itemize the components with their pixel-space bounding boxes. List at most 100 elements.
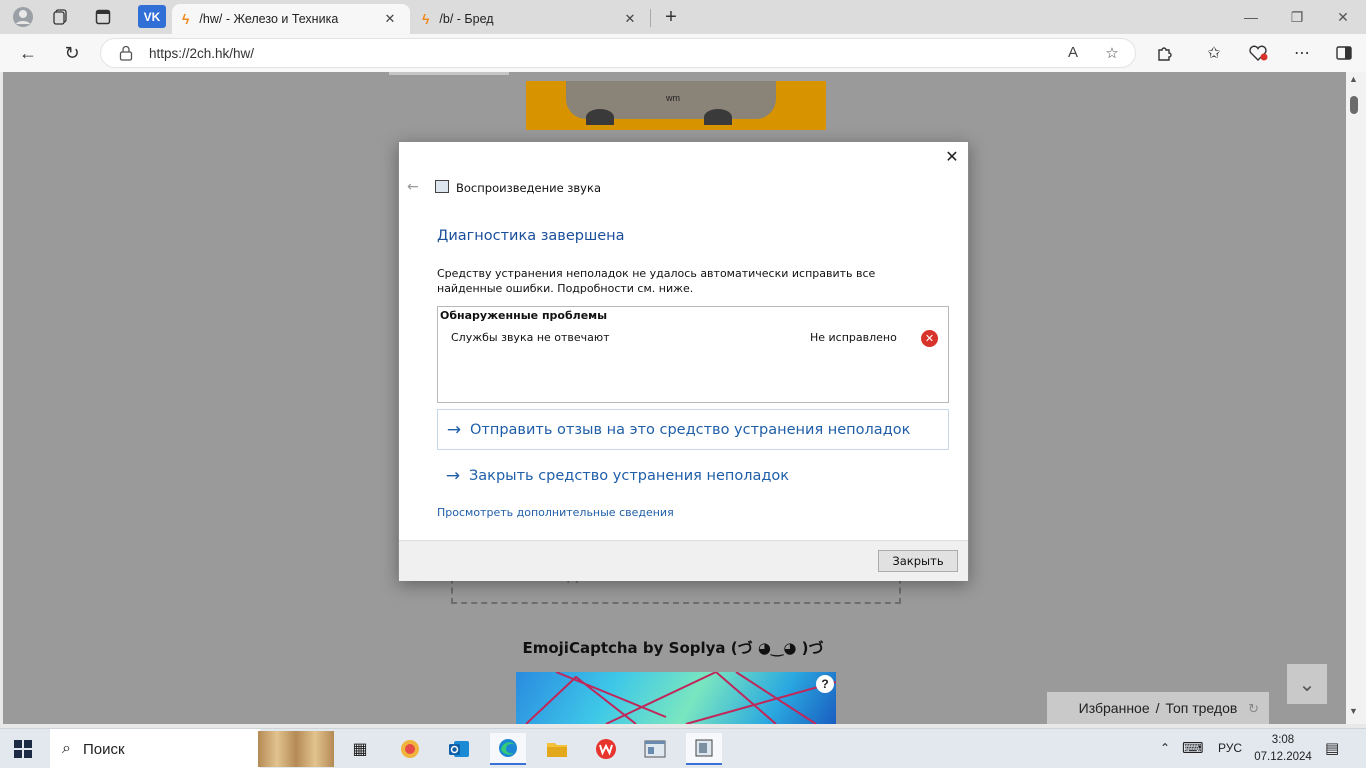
favorites-link[interactable]: Избранное bbox=[1079, 700, 1150, 716]
media-player-app[interactable] bbox=[392, 733, 428, 765]
windows-logo-icon bbox=[14, 750, 22, 758]
new-tab-button[interactable]: + bbox=[656, 4, 686, 30]
tab-actions-button[interactable] bbox=[88, 4, 118, 30]
windows-taskbar: ⌕ Поиск ▦ ⌃ ⌨ РУС 3:08 07.12.2024 ▤ bbox=[0, 728, 1366, 768]
dialog-back-button[interactable]: ← bbox=[407, 179, 419, 195]
edge-icon bbox=[499, 739, 517, 757]
vk-pinned-tab[interactable]: VK bbox=[138, 5, 166, 28]
captcha-pattern bbox=[525, 672, 836, 724]
banner-wheel bbox=[704, 109, 732, 125]
lock-icon bbox=[119, 45, 133, 61]
captcha-title: EmojiCaptcha by Soplya (づ ◕‿◕ )づ bbox=[522, 639, 824, 657]
search-highlight-image[interactable] bbox=[258, 731, 334, 767]
minimize-button[interactable]: — bbox=[1228, 0, 1274, 34]
browser-tab-bar: VK ϟ /hw/ - Железо и Техника ✕ ϟ /b/ - Б… bbox=[0, 0, 1366, 34]
tab-title: /hw/ - Железо и Техника bbox=[199, 12, 339, 26]
keyboard-icon[interactable]: ⌨ bbox=[1182, 739, 1204, 757]
notifications-icon[interactable]: ▤ bbox=[1325, 739, 1339, 757]
profile-avatar[interactable] bbox=[8, 4, 38, 30]
dialog-close-button[interactable]: ✕ bbox=[940, 146, 964, 168]
separator: / bbox=[1155, 700, 1160, 716]
wps-icon bbox=[596, 739, 616, 759]
window-close-button[interactable]: ✕ bbox=[1320, 0, 1366, 34]
chevron-down-icon: ⌄ bbox=[1298, 673, 1316, 696]
bolt-icon: ϟ bbox=[422, 11, 430, 27]
dialog-app-title: Воспроизведение звука bbox=[456, 181, 601, 195]
arrow-left-icon: ← bbox=[19, 42, 37, 63]
wps-office-app[interactable] bbox=[588, 733, 624, 765]
sidebar-toggle-button[interactable] bbox=[1330, 41, 1358, 65]
browser-essentials-button[interactable] bbox=[1244, 41, 1272, 65]
sidebar-icon bbox=[1336, 46, 1352, 60]
arrow-left-icon: ← bbox=[407, 179, 419, 195]
view-details-link[interactable]: Просмотреть дополнительные сведения bbox=[437, 506, 674, 519]
restore-icon: ❐ bbox=[1290, 8, 1304, 25]
close-icon[interactable]: ✕ bbox=[620, 11, 640, 27]
favorites-button[interactable]: ✩ bbox=[1200, 41, 1228, 65]
more-dots-icon: ⋯ bbox=[1294, 45, 1310, 62]
refresh-button[interactable]: ↻ bbox=[56, 39, 88, 67]
restore-button[interactable]: ❐ bbox=[1274, 0, 1320, 34]
file-explorer-app[interactable] bbox=[539, 733, 575, 765]
captcha-help-button[interactable]: ? bbox=[816, 675, 834, 693]
outlook-app[interactable] bbox=[441, 733, 477, 765]
troubleshooter-app-icon bbox=[435, 180, 449, 193]
close-icon: ✕ bbox=[945, 147, 959, 166]
dialog-heading: Диагностика завершена bbox=[437, 228, 625, 244]
start-button[interactable] bbox=[14, 740, 32, 758]
scrollbar-thumb[interactable] bbox=[1350, 96, 1358, 114]
refresh-spinner-icon[interactable]: ↻ bbox=[1248, 701, 1259, 717]
windows-logo-icon bbox=[24, 750, 32, 758]
problem-status: Не исправлено bbox=[810, 331, 897, 344]
address-bar[interactable]: https://2ch.hk/hw/ A ☆ bbox=[100, 38, 1136, 68]
close-troubleshooter-label: Закрыть средство устранения неполадок bbox=[469, 467, 790, 484]
windows-logo-icon bbox=[14, 740, 22, 748]
settings-menu-button[interactable]: ⋯ bbox=[1288, 41, 1316, 65]
extensions-button[interactable] bbox=[1151, 41, 1179, 65]
dialog-footer: Закрыть bbox=[399, 540, 968, 581]
board-banner[interactable]: wm bbox=[526, 81, 826, 130]
problem-name[interactable]: Службы звука не отвечают bbox=[451, 331, 610, 344]
edge-app[interactable] bbox=[490, 733, 526, 765]
media-player-icon bbox=[401, 740, 419, 758]
search-icon: ⌕ bbox=[62, 740, 71, 757]
tab-actions-icon bbox=[95, 9, 111, 25]
read-aloud-icon[interactable]: A bbox=[1062, 44, 1084, 64]
scroll-down-arrow-icon[interactable]: ▼ bbox=[1349, 706, 1358, 716]
favorites-top-threads-bar: Избранное / Топ тредов ↻ bbox=[1047, 692, 1269, 724]
tab-b[interactable]: ϟ /b/ - Бред ✕ bbox=[412, 4, 650, 34]
close-troubleshooter-link[interactable]: → Закрыть средство устранения неполадок bbox=[437, 455, 949, 496]
taskbar-search[interactable]: ⌕ Поиск bbox=[50, 729, 260, 768]
troubleshooter-app[interactable] bbox=[686, 733, 722, 765]
scroll-up-arrow-icon[interactable]: ▲ bbox=[1349, 74, 1358, 84]
task-view-button[interactable]: ▦ bbox=[342, 733, 378, 765]
control-panel-app[interactable] bbox=[637, 733, 673, 765]
problems-header: Обнаруженные проблемы bbox=[440, 309, 608, 322]
chevron-up-icon[interactable]: ⌃ bbox=[1160, 741, 1170, 755]
profile-icon bbox=[13, 7, 33, 27]
task-view-icon: ▦ bbox=[352, 741, 368, 758]
tab-title: /b/ - Бред bbox=[439, 12, 494, 26]
troubleshooter-dialog: ✕ ← Воспроизведение звука Диагностика за… bbox=[398, 141, 969, 581]
scroll-down-button[interactable]: ⌄ bbox=[1287, 664, 1327, 704]
input-language[interactable]: РУС bbox=[1218, 741, 1242, 755]
close-icon[interactable]: ✕ bbox=[380, 11, 400, 27]
favorite-star-icon[interactable]: ☆ bbox=[1101, 44, 1123, 64]
page-scrollbar[interactable] bbox=[1346, 72, 1366, 724]
captcha-image: ? bbox=[516, 672, 836, 724]
back-button[interactable]: ← bbox=[12, 39, 44, 67]
top-threads-link[interactable]: Топ тредов bbox=[1166, 700, 1238, 716]
workspaces-button[interactable] bbox=[46, 4, 76, 30]
system-clock[interactable]: 3:08 07.12.2024 bbox=[1253, 732, 1313, 766]
close-button[interactable]: Закрыть bbox=[878, 550, 958, 572]
error-icon: ✕ bbox=[921, 330, 938, 347]
url-text[interactable]: https://2ch.hk/hw/ bbox=[149, 46, 254, 61]
window-app-icon bbox=[644, 740, 666, 758]
arrow-right-icon: → bbox=[446, 419, 462, 440]
send-feedback-label: Отправить отзыв на это средство устранен… bbox=[470, 421, 911, 438]
clock-date: 07.12.2024 bbox=[1254, 751, 1312, 763]
tab-hw[interactable]: ϟ /hw/ - Железо и Техника ✕ bbox=[172, 4, 410, 34]
send-feedback-link[interactable]: → Отправить отзыв на это средство устран… bbox=[437, 409, 949, 450]
windows-logo-icon bbox=[24, 740, 32, 748]
problems-list: Обнаруженные проблемы Службы звука не от… bbox=[437, 306, 949, 403]
